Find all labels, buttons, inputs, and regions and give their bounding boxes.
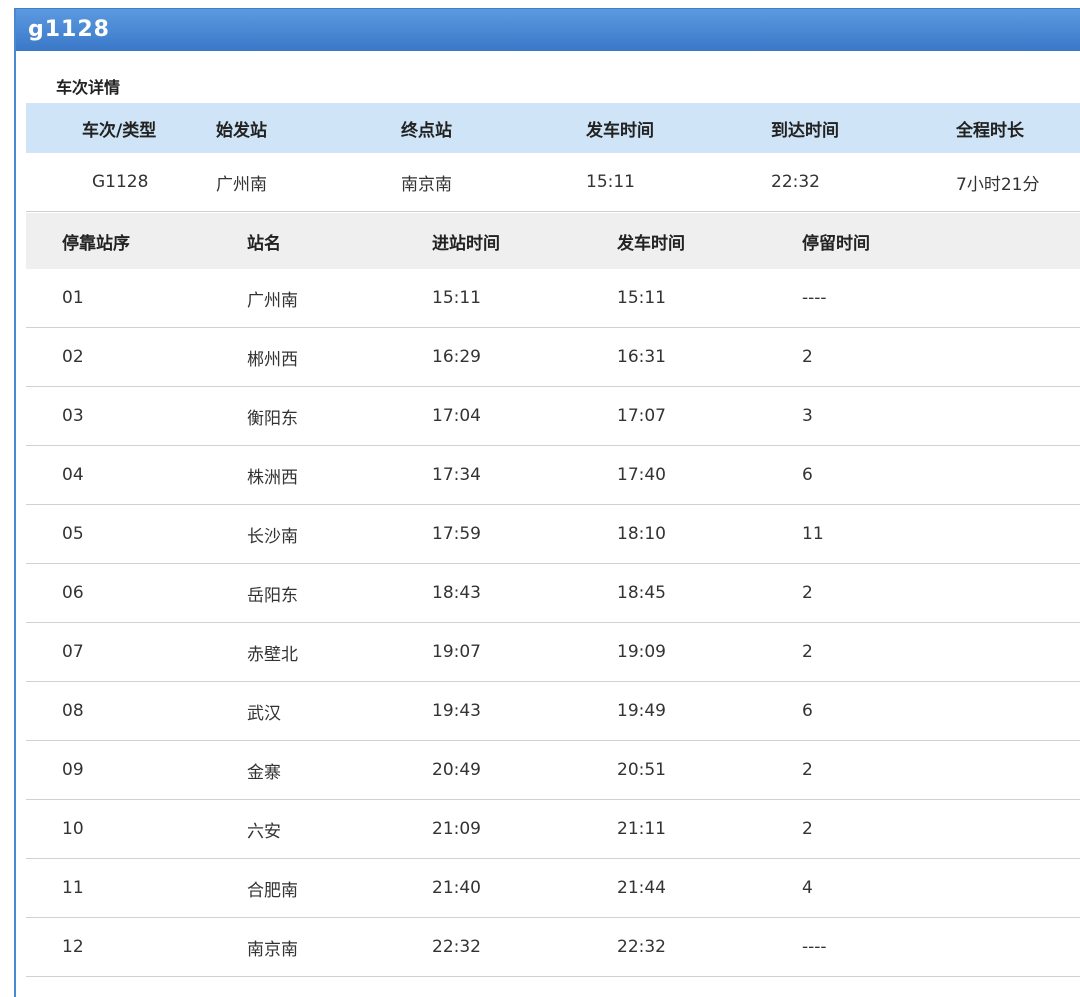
stop-depart-time: 19:09 [617,642,666,662]
stops-header-stay: 停留时间 [802,233,870,254]
section-title: 车次详情 [56,78,121,97]
stop-arrive-time: 15:11 [432,288,481,308]
stop-depart-time: 17:40 [617,465,666,485]
stop-station: 长沙南 [247,526,298,547]
stop-depart-time: 18:10 [617,524,666,544]
stop-depart-time: 18:45 [617,583,666,603]
stop-seq: 05 [62,524,84,544]
stop-stay-time: 11 [802,524,824,544]
summary-header-origin: 始发站 [216,120,267,141]
stop-arrive-time: 18:43 [432,583,481,603]
stop-stay-time: 2 [802,347,813,367]
summary-departure: 15:11 [586,172,635,192]
stops-header-station: 站名 [247,233,281,254]
stop-stay-time: 6 [802,701,813,721]
summary-header-arrival: 到达时间 [771,120,839,141]
stop-seq: 02 [62,347,84,367]
train-detail-window: g1128 车次详情 车次/类型 始发站 终点站 发车时间 到达时间 全程时长 … [14,8,1080,997]
stop-depart-time: 16:31 [617,347,666,367]
stop-seq: 10 [62,819,84,839]
table-row: 02 郴州西 16:29 16:31 2 [26,328,1080,387]
stop-station: 广州南 [247,290,298,311]
summary-header-duration: 全程时长 [956,120,1024,141]
stop-stay-time: 2 [802,760,813,780]
stop-arrive-time: 22:32 [432,937,481,957]
stop-arrive-time: 21:40 [432,878,481,898]
stop-station: 六安 [247,821,281,842]
stop-arrive-time: 17:59 [432,524,481,544]
window-title: g1128 [16,9,1080,51]
stop-arrive-time: 16:29 [432,347,481,367]
table-row: 09 金寨 20:49 20:51 2 [26,741,1080,800]
stop-station: 合肥南 [247,880,298,901]
stop-station: 南京南 [247,939,298,960]
table-row: 03 衡阳东 17:04 17:07 3 [26,387,1080,446]
stop-arrive-time: 20:49 [432,760,481,780]
stop-stay-time: 2 [802,583,813,603]
table-row: 11 合肥南 21:40 21:44 4 [26,859,1080,918]
stop-seq: 12 [62,937,84,957]
stop-arrive-time: 21:09 [432,819,481,839]
summary-header-departure: 发车时间 [586,120,654,141]
stop-station: 衡阳东 [247,408,298,429]
summary-header-destination: 终点站 [401,120,452,141]
stop-arrive-time: 17:34 [432,465,481,485]
stop-station: 岳阳东 [247,585,298,606]
table-row: 07 赤壁北 19:07 19:09 2 [26,623,1080,682]
stop-arrive-time: 19:43 [432,701,481,721]
stop-stay-time: ---- [802,288,827,308]
stop-seq: 11 [62,878,84,898]
stop-station: 赤壁北 [247,644,298,665]
stop-stay-time: 4 [802,878,813,898]
stop-station: 株洲西 [247,467,298,488]
stop-seq: 06 [62,583,84,603]
stop-depart-time: 22:32 [617,937,666,957]
table-row: 12 南京南 22:32 22:32 ---- [26,918,1080,977]
table-row: 01 广州南 15:11 15:11 ---- [26,269,1080,328]
table-row: 08 武汉 19:43 19:49 6 [26,682,1080,741]
stops-table-body: 01 广州南 15:11 15:11 ---- 02 郴州西 16:29 16:… [26,269,1080,977]
stop-arrive-time: 19:07 [432,642,481,662]
stop-station: 武汉 [247,703,281,724]
summary-header-train-type: 车次/类型 [82,120,157,141]
stops-header-row: 停靠站序 站名 进站时间 发车时间 停留时间 [26,213,1080,269]
summary-header-row: 车次/类型 始发站 终点站 发车时间 到达时间 全程时长 [26,103,1080,153]
stop-depart-time: 21:11 [617,819,666,839]
summary-destination: 南京南 [401,174,452,195]
stop-seq: 03 [62,406,84,426]
stop-depart-time: 15:11 [617,288,666,308]
stop-depart-time: 19:49 [617,701,666,721]
stop-stay-time: 2 [802,642,813,662]
stops-header-arrive: 进站时间 [432,233,500,254]
stop-seq: 01 [62,288,84,308]
summary-origin: 广州南 [216,174,267,195]
summary-duration: 7小时21分 [956,174,1040,195]
table-row: 10 六安 21:09 21:11 2 [26,800,1080,859]
stop-depart-time: 17:07 [617,406,666,426]
stop-station: 金寨 [247,762,281,783]
table-row: 05 长沙南 17:59 18:10 11 [26,505,1080,564]
summary-arrival: 22:32 [771,172,820,192]
summary-train-number: G1128 [92,172,149,192]
stop-seq: 09 [62,760,84,780]
stop-seq: 04 [62,465,84,485]
stop-seq: 07 [62,642,84,662]
stop-depart-time: 20:51 [617,760,666,780]
stop-stay-time: 2 [802,819,813,839]
stop-seq: 08 [62,701,84,721]
stop-stay-time: 3 [802,406,813,426]
stop-stay-time: 6 [802,465,813,485]
stop-depart-time: 21:44 [617,878,666,898]
summary-data-row: G1128 广州南 南京南 15:11 22:32 7小时21分 [26,153,1080,212]
stops-header-depart: 发车时间 [617,233,685,254]
stop-stay-time: ---- [802,937,827,957]
stop-station: 郴州西 [247,349,298,370]
stops-header-seq: 停靠站序 [62,233,130,254]
table-row: 04 株洲西 17:34 17:40 6 [26,446,1080,505]
table-row: 06 岳阳东 18:43 18:45 2 [26,564,1080,623]
stop-arrive-time: 17:04 [432,406,481,426]
